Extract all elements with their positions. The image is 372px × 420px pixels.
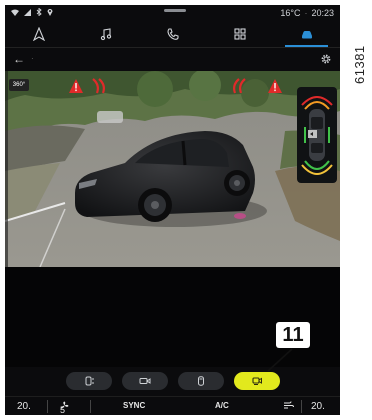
temperature-right[interactable]: 20. [311, 401, 325, 412]
clock: 20:23 [311, 8, 334, 18]
status-right: 16°C · 20:23 [280, 8, 334, 18]
rear-camera-button[interactable] [121, 372, 168, 390]
phone-icon [166, 28, 179, 40]
status-separator: · [304, 8, 308, 18]
page-indicator-icon: · [31, 54, 34, 63]
parking-sensor-button[interactable] [65, 372, 112, 390]
multimedia-screen: 16°C · 20:23 ← · 360° 20. 5 SYNC A/C 20. [5, 5, 340, 415]
back-arrow-icon[interactable]: ← [13, 53, 25, 65]
callout-label: 11 [276, 322, 310, 348]
view-mode-badge[interactable]: 360° [9, 79, 29, 91]
drag-handle[interactable] [164, 9, 186, 12]
status-bar: 16°C · 20:23 [5, 5, 340, 21]
top-view-button[interactable] [177, 372, 224, 390]
camera-info-area [5, 267, 340, 367]
car-icon [301, 31, 312, 39]
camera-view[interactable]: 360° [5, 71, 340, 267]
ac-button[interactable]: A/C [215, 401, 229, 410]
climate-divider [301, 400, 302, 413]
outside-temperature: 16°C [280, 8, 301, 18]
wifi-icon [11, 8, 19, 18]
sensor-car-icon [301, 96, 333, 175]
fan-level: 5 [60, 405, 66, 415]
camera-settings-icon [251, 377, 262, 385]
apps-icon [233, 28, 246, 40]
camera-mode-bar [5, 366, 340, 396]
nav-vehicle[interactable] [273, 21, 340, 47]
camera-icon [139, 378, 150, 384]
nav-apps[interactable] [206, 21, 273, 47]
navigation-icon [32, 27, 45, 41]
parking-sensor-overview [297, 87, 337, 183]
bluetooth-icon [36, 7, 42, 18]
location-icon [47, 8, 53, 18]
surround-view-image [5, 71, 340, 267]
figure-reference-code: 61381 [352, 45, 367, 84]
main-navigation [5, 21, 340, 47]
nav-phone[interactable] [139, 21, 206, 47]
fan-speed-left[interactable]: 5 [60, 401, 69, 415]
car-top-view-icon [197, 376, 204, 386]
climate-bar: 20. 5 SYNC A/C 20. [5, 396, 340, 415]
nav-navigation[interactable] [5, 21, 72, 47]
sub-toolbar: ← · [5, 47, 340, 71]
camera-settings-button[interactable] [233, 372, 280, 390]
signal-icon [24, 8, 31, 18]
parking-sensor-icon [85, 376, 93, 386]
temperature-left[interactable]: 20. [17, 401, 31, 412]
status-icons [11, 7, 53, 18]
nav-music[interactable] [72, 21, 139, 47]
sync-button[interactable]: SYNC [123, 401, 145, 410]
air-distribution-button[interactable] [283, 401, 294, 412]
air-flow-icon [284, 401, 294, 409]
climate-divider [90, 400, 91, 413]
music-icon [100, 28, 111, 41]
climate-divider [47, 400, 48, 413]
settings-gear-icon[interactable] [320, 53, 332, 65]
